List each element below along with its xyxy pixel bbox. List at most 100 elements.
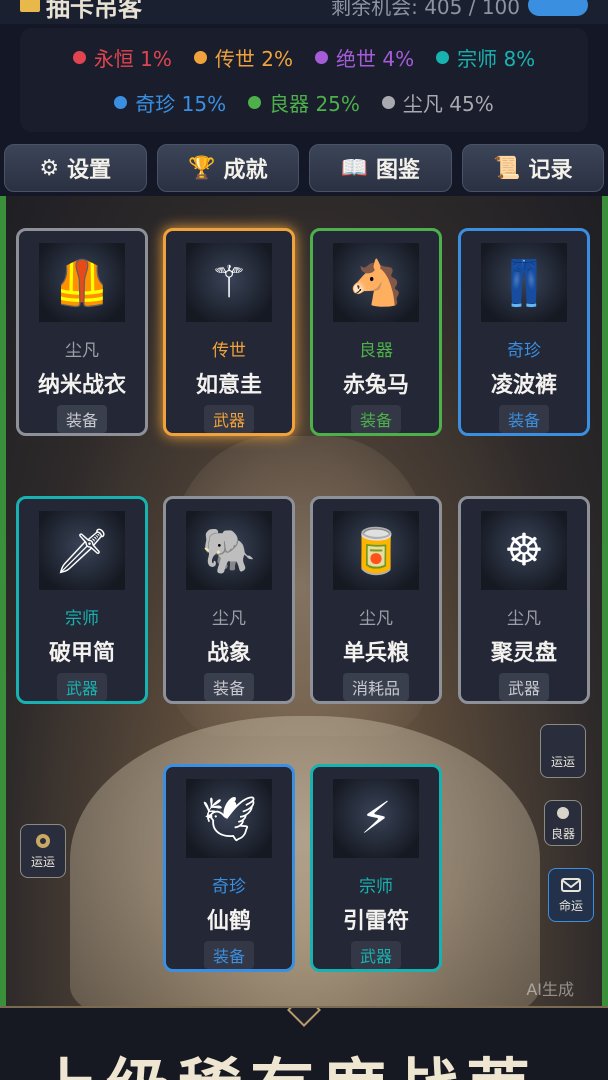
item-type-badge: 武器 [350,941,401,969]
item-card[interactable]: 🐴 良器 赤兔马 装备 [310,228,442,436]
nav-button-label: 成就 [223,158,268,183]
nav-button-1[interactable]: 🏆 成就 [156,144,299,192]
rarity-dot-icon [248,96,262,109]
item-rarity: 宗师 [359,877,393,897]
item-image: 🗡 [39,511,125,590]
app-title: 抽卡吊客 [20,0,142,23]
scepter-icon: ⚚ [209,257,249,308]
rarity-dot-icon [114,96,128,109]
item-rarity: 尘凡 [212,609,246,629]
nav-row: ⚙ 设置 🏆 成就 📖 图鉴 📜 记录 [0,144,608,196]
item-type-badge: 消耗品 [342,673,409,701]
probability-item: 永恒 1% [72,43,172,72]
nav-button-0[interactable]: ⚙ 设置 [4,144,147,192]
app-title-text: 抽卡吊客 [46,0,142,22]
item-type-badge: 装备 [350,405,401,433]
bottom-banner: 上级稀有度战莱 [0,1006,608,1080]
lotus-icon [33,832,53,850]
horse-icon: 🐴 [348,257,404,309]
gear-icon: ⚙ [39,155,60,181]
probability-row-2: 奇珍 15% 良器 25% 尘凡 45% [114,88,494,117]
rarity-dot-icon [381,96,395,109]
item-card[interactable]: 🐘 尘凡 战象 装备 [163,496,295,704]
left-luck-button[interactable]: 运运 [20,824,66,878]
item-type-badge: 武器 [56,673,107,701]
chance-pill-button[interactable] [528,0,588,16]
item-rarity: 传世 [212,341,246,361]
rarity-dot-icon [72,51,86,64]
right-luck-label: 运运 [550,755,575,769]
item-type-badge: 装备 [498,405,549,433]
background-vase [70,716,540,1006]
item-rarity: 奇珍 [507,341,541,361]
item-rarity: 良器 [359,341,393,361]
item-name: 如意圭 [195,373,262,398]
trophy-icon: 🏆 [188,155,216,181]
right-luck-button[interactable]: 运运 [540,724,586,778]
item-card[interactable]: 🕊 奇珍 仙鹤 装备 [163,764,295,972]
header-strip: 抽卡吊客 剩余机会: 405 / 100 [0,0,608,24]
blade-icon: 🗡 [54,525,110,577]
nav-button-2[interactable]: 📖 图鉴 [309,144,452,192]
item-name: 破甲简 [48,641,115,666]
item-type-badge: 装备 [203,673,254,701]
item-card[interactable]: ☸ 尘凡 聚灵盘 武器 [458,496,590,704]
item-type-badge: 装备 [56,405,107,433]
probability-item: 绝世 4% [315,43,414,72]
nav-button-label: 设置 [67,158,112,183]
scroll-icon: 📜 [493,155,521,181]
probability-item: 尘凡 45% [381,88,494,117]
bottom-banner-text: 上级稀有度战莱 [34,1038,538,1080]
probability-label: 奇珍 15% [135,92,227,116]
nav-button-label: 记录 [528,158,573,183]
right-fate-label: 命运 [558,899,583,913]
rarity-dot-icon [193,51,207,64]
book-icon: 📖 [340,155,368,181]
right-good-button[interactable]: 良器 [544,800,582,846]
item-card[interactable]: ⚚ 传世如意圭武器 [163,228,295,436]
item-card[interactable]: ⚡ 宗师引雷符武器 [310,764,442,972]
item-image: ⚚ [186,243,272,322]
item-image: 👖 [481,243,567,322]
rarity-dot-icon [436,51,450,64]
probability-row-1: 永恒 1% 传世 2% 绝世 4% 宗师 8% [72,43,536,72]
item-name: 引雷符 [342,909,409,934]
talisman-icon: ⚡ [360,793,392,844]
nav-button-label: 图鉴 [375,158,420,183]
probability-item: 良器 25% [248,88,360,117]
probability-label: 宗师 8% [457,47,536,71]
item-name: 单兵粮 [342,641,409,666]
item-name: 聚灵盘 [490,641,557,666]
item-rarity: 尘凡 [359,609,393,629]
item-image: 🥫 [333,511,419,590]
envelope-icon [561,876,581,894]
elephant-icon: 🐘 [201,525,257,577]
item-type-badge: 武器 [498,673,549,701]
item-card[interactable]: 🥫 尘凡单兵粮消耗品 [310,496,442,704]
right-fate-button[interactable]: 命运 [548,868,594,922]
item-type-badge: 装备 [203,941,254,969]
nav-button-3[interactable]: 📜 记录 [461,144,604,192]
item-type-badge: 武器 [203,405,254,433]
item-image: 🕊 [186,779,272,858]
chance-counter: 剩余机会: 405 / 100 [331,0,588,20]
crane-icon: 🕊 [201,793,257,845]
item-card[interactable]: 👖 奇珍 凌波裤 装备 [458,228,590,436]
probability-item: 奇珍 15% [114,88,226,117]
item-image: ☸ [481,511,567,590]
pants-icon: 👖 [496,257,552,309]
item-rarity: 宗师 [65,609,99,629]
probability-label: 永恒 1% [93,47,172,71]
chance-text: 剩余机会: 405 / 100 [331,0,520,19]
disc-icon: ☸ [504,525,544,576]
flower-icon [553,804,573,822]
item-card[interactable]: 🗡 宗师破甲简武器 [16,496,148,704]
left-luck-label: 运运 [30,855,55,869]
ration-icon: 🥫 [348,525,404,577]
probability-item: 传世 2% [193,43,293,72]
card-board: 🦺 尘凡 纳米战衣 装备 ⚚ 传世 如意圭 武器 🐴 良器 赤兔马 装备 👖 奇珍 凌波裤 装备 🗡 宗师 破甲简武… [0,196,608,1006]
item-rarity: 奇珍 [212,877,246,897]
probability-label: 良器 25% [269,92,360,116]
item-card[interactable]: 🦺 尘凡 纳米战衣 装备 [16,228,148,436]
moon-icon [553,732,573,750]
